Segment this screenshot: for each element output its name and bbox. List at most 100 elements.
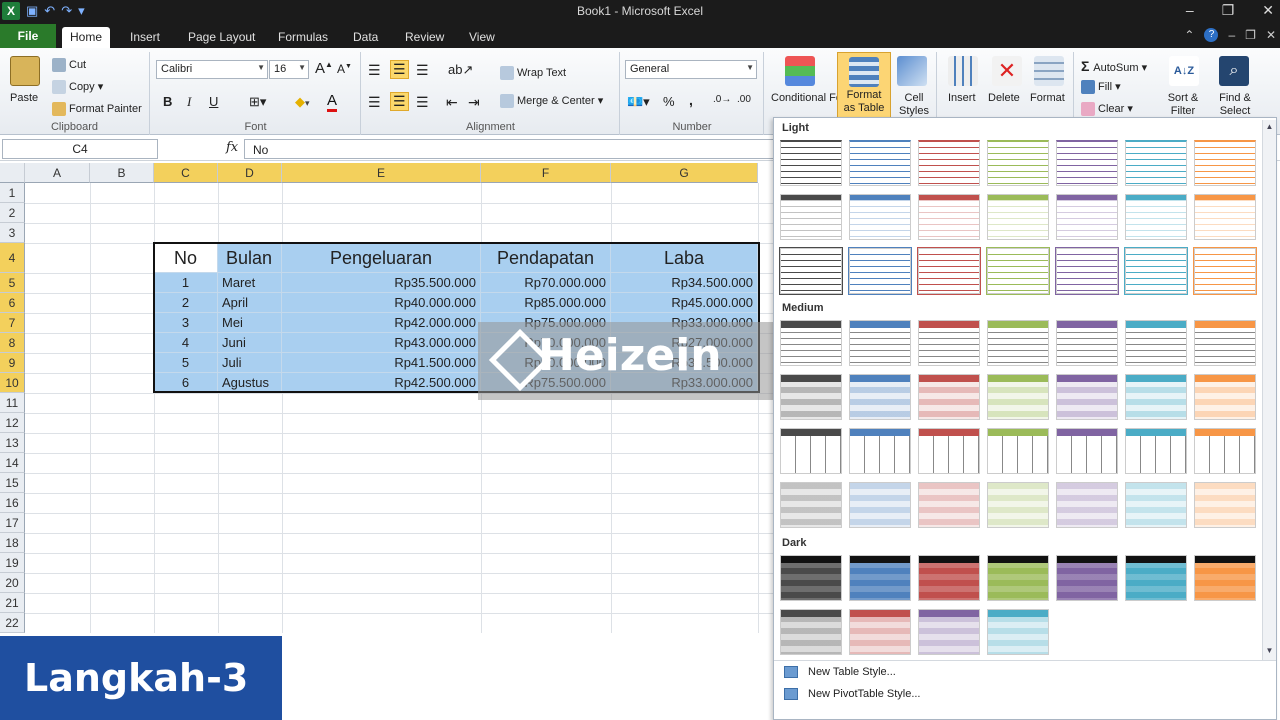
table-style-swatch[interactable] — [780, 428, 842, 474]
tab-home[interactable]: Home — [62, 27, 111, 48]
cell-styles-button[interactable]: Cell Styles — [895, 92, 933, 118]
align-middle-icon[interactable]: ☰ — [390, 60, 409, 79]
row-header-17[interactable]: 17 — [0, 513, 25, 533]
row-header-3[interactable]: 3 — [0, 223, 25, 243]
table-style-swatch[interactable] — [780, 609, 842, 655]
wrap-text-button[interactable]: Wrap Text — [500, 66, 566, 80]
row-header-20[interactable]: 20 — [0, 573, 25, 593]
table-style-swatch[interactable] — [849, 194, 911, 240]
delete-cells-button[interactable]: Delete — [988, 92, 1020, 104]
format-cells-icon[interactable] — [1034, 56, 1064, 86]
align-bottom-icon[interactable]: ☰ — [416, 62, 429, 79]
row-header-15[interactable]: 15 — [0, 473, 25, 493]
gallery-scrollbar[interactable]: ▲ ▼ — [1262, 120, 1276, 660]
table-style-swatch[interactable] — [1125, 320, 1187, 366]
tab-data[interactable]: Data — [345, 27, 386, 48]
table-style-swatch[interactable] — [986, 247, 1050, 295]
row-header-13[interactable]: 13 — [0, 433, 25, 453]
row-header-6[interactable]: 6 — [0, 293, 25, 313]
insert-cells-button[interactable]: Insert — [948, 92, 976, 104]
tab-insert[interactable]: Insert — [122, 27, 168, 48]
table-style-swatch[interactable] — [848, 247, 912, 295]
restore-button[interactable]: ❐ — [1222, 2, 1235, 19]
table-style-swatch[interactable] — [1125, 482, 1187, 528]
decrease-indent-icon[interactable]: ⇤ — [446, 94, 458, 111]
autosum-button[interactable]: Σ AutoSum ▾ — [1081, 58, 1147, 74]
sort-filter-button[interactable]: Sort & Filter — [1163, 92, 1203, 118]
column-header-b[interactable]: B — [90, 163, 154, 183]
table-style-swatch[interactable] — [987, 609, 1049, 655]
font-name-combo[interactable]: Calibri ▼ — [156, 60, 268, 79]
table-style-swatch[interactable] — [849, 320, 911, 366]
row-header-16[interactable]: 16 — [0, 493, 25, 513]
table-style-swatch[interactable] — [1194, 374, 1256, 420]
table-style-swatch[interactable] — [780, 374, 842, 420]
row-header-11[interactable]: 11 — [0, 393, 25, 413]
row-header-1[interactable]: 1 — [0, 183, 25, 203]
number-format-combo[interactable]: General ▼ — [625, 60, 757, 79]
increase-decimal-icon[interactable]: .0→ — [713, 94, 731, 105]
table-style-swatch[interactable] — [917, 247, 981, 295]
table-style-swatch[interactable] — [1125, 140, 1187, 186]
new-table-style-item[interactable]: New Table Style... — [784, 666, 896, 679]
table-style-swatch[interactable] — [1194, 555, 1256, 601]
scroll-down-icon[interactable]: ▼ — [1263, 646, 1276, 658]
paste-button[interactable]: Paste — [10, 92, 38, 104]
table-style-swatch[interactable] — [1194, 482, 1256, 528]
table-style-swatch[interactable] — [1056, 428, 1118, 474]
table-style-swatch[interactable] — [1055, 247, 1119, 295]
table-style-swatch[interactable] — [987, 374, 1049, 420]
table-style-swatch[interactable] — [1056, 482, 1118, 528]
table-style-swatch[interactable] — [1125, 428, 1187, 474]
table-style-swatch[interactable] — [918, 194, 980, 240]
table-style-swatch[interactable] — [849, 140, 911, 186]
italic-button[interactable]: I — [187, 94, 191, 110]
find-select-button[interactable]: Find & Select — [1215, 92, 1255, 118]
font-color-icon[interactable]: A — [327, 92, 338, 112]
table-style-swatch[interactable] — [1056, 194, 1118, 240]
table-style-swatch[interactable] — [987, 194, 1049, 240]
table-style-swatch[interactable] — [1125, 374, 1187, 420]
close-button[interactable]: ✕ — [1262, 2, 1274, 19]
column-header-e[interactable]: E — [282, 163, 481, 183]
table-style-swatch[interactable] — [918, 140, 980, 186]
scroll-up-icon[interactable]: ▲ — [1263, 122, 1276, 134]
table-style-swatch[interactable] — [918, 482, 980, 528]
name-box[interactable]: C4 — [2, 139, 158, 159]
bold-button[interactable]: B — [163, 94, 172, 109]
conditional-formatting-icon[interactable] — [785, 56, 815, 86]
align-right-icon[interactable]: ☰ — [416, 94, 429, 111]
shrink-font-icon[interactable]: A▼ — [337, 62, 352, 76]
table-style-swatch[interactable] — [780, 482, 842, 528]
sort-filter-icon[interactable]: A↓Z — [1169, 56, 1199, 86]
format-painter-button[interactable]: Format Painter — [52, 102, 142, 116]
table-style-swatch[interactable] — [987, 320, 1049, 366]
table-style-swatch[interactable] — [1056, 320, 1118, 366]
row-header-19[interactable]: 19 — [0, 553, 25, 573]
delete-cells-icon[interactable]: ✕ — [992, 56, 1022, 86]
cut-button[interactable]: Cut — [52, 58, 86, 72]
table-style-swatch[interactable] — [987, 428, 1049, 474]
doc-minimize-icon[interactable]: – — [1228, 28, 1235, 42]
row-header-21[interactable]: 21 — [0, 593, 25, 613]
column-header-d[interactable]: D — [218, 163, 282, 183]
new-pivottable-style-item[interactable]: New PivotTable Style... — [784, 688, 921, 701]
table-style-swatch[interactable] — [1194, 428, 1256, 474]
select-all-corner[interactable] — [0, 163, 25, 183]
table-style-swatch[interactable] — [849, 428, 911, 474]
clear-button[interactable]: Clear ▾ — [1081, 102, 1133, 117]
table-style-swatch[interactable] — [987, 555, 1049, 601]
minimize-ribbon-icon[interactable]: ⌃ — [1184, 28, 1194, 42]
row-header-7[interactable]: 7 — [0, 313, 25, 333]
table-style-swatch[interactable] — [987, 482, 1049, 528]
row-header-18[interactable]: 18 — [0, 533, 25, 553]
table-style-swatch[interactable] — [918, 555, 980, 601]
table-style-swatch[interactable] — [918, 609, 980, 655]
align-left-icon[interactable]: ☰ — [368, 94, 381, 111]
row-header-4[interactable]: 4 — [0, 243, 25, 273]
fill-button[interactable]: Fill ▾ — [1081, 80, 1121, 95]
column-header-a[interactable]: A — [25, 163, 90, 183]
table-style-swatch[interactable] — [918, 428, 980, 474]
table-style-swatch[interactable] — [780, 194, 842, 240]
row-header-10[interactable]: 10 — [0, 373, 25, 393]
